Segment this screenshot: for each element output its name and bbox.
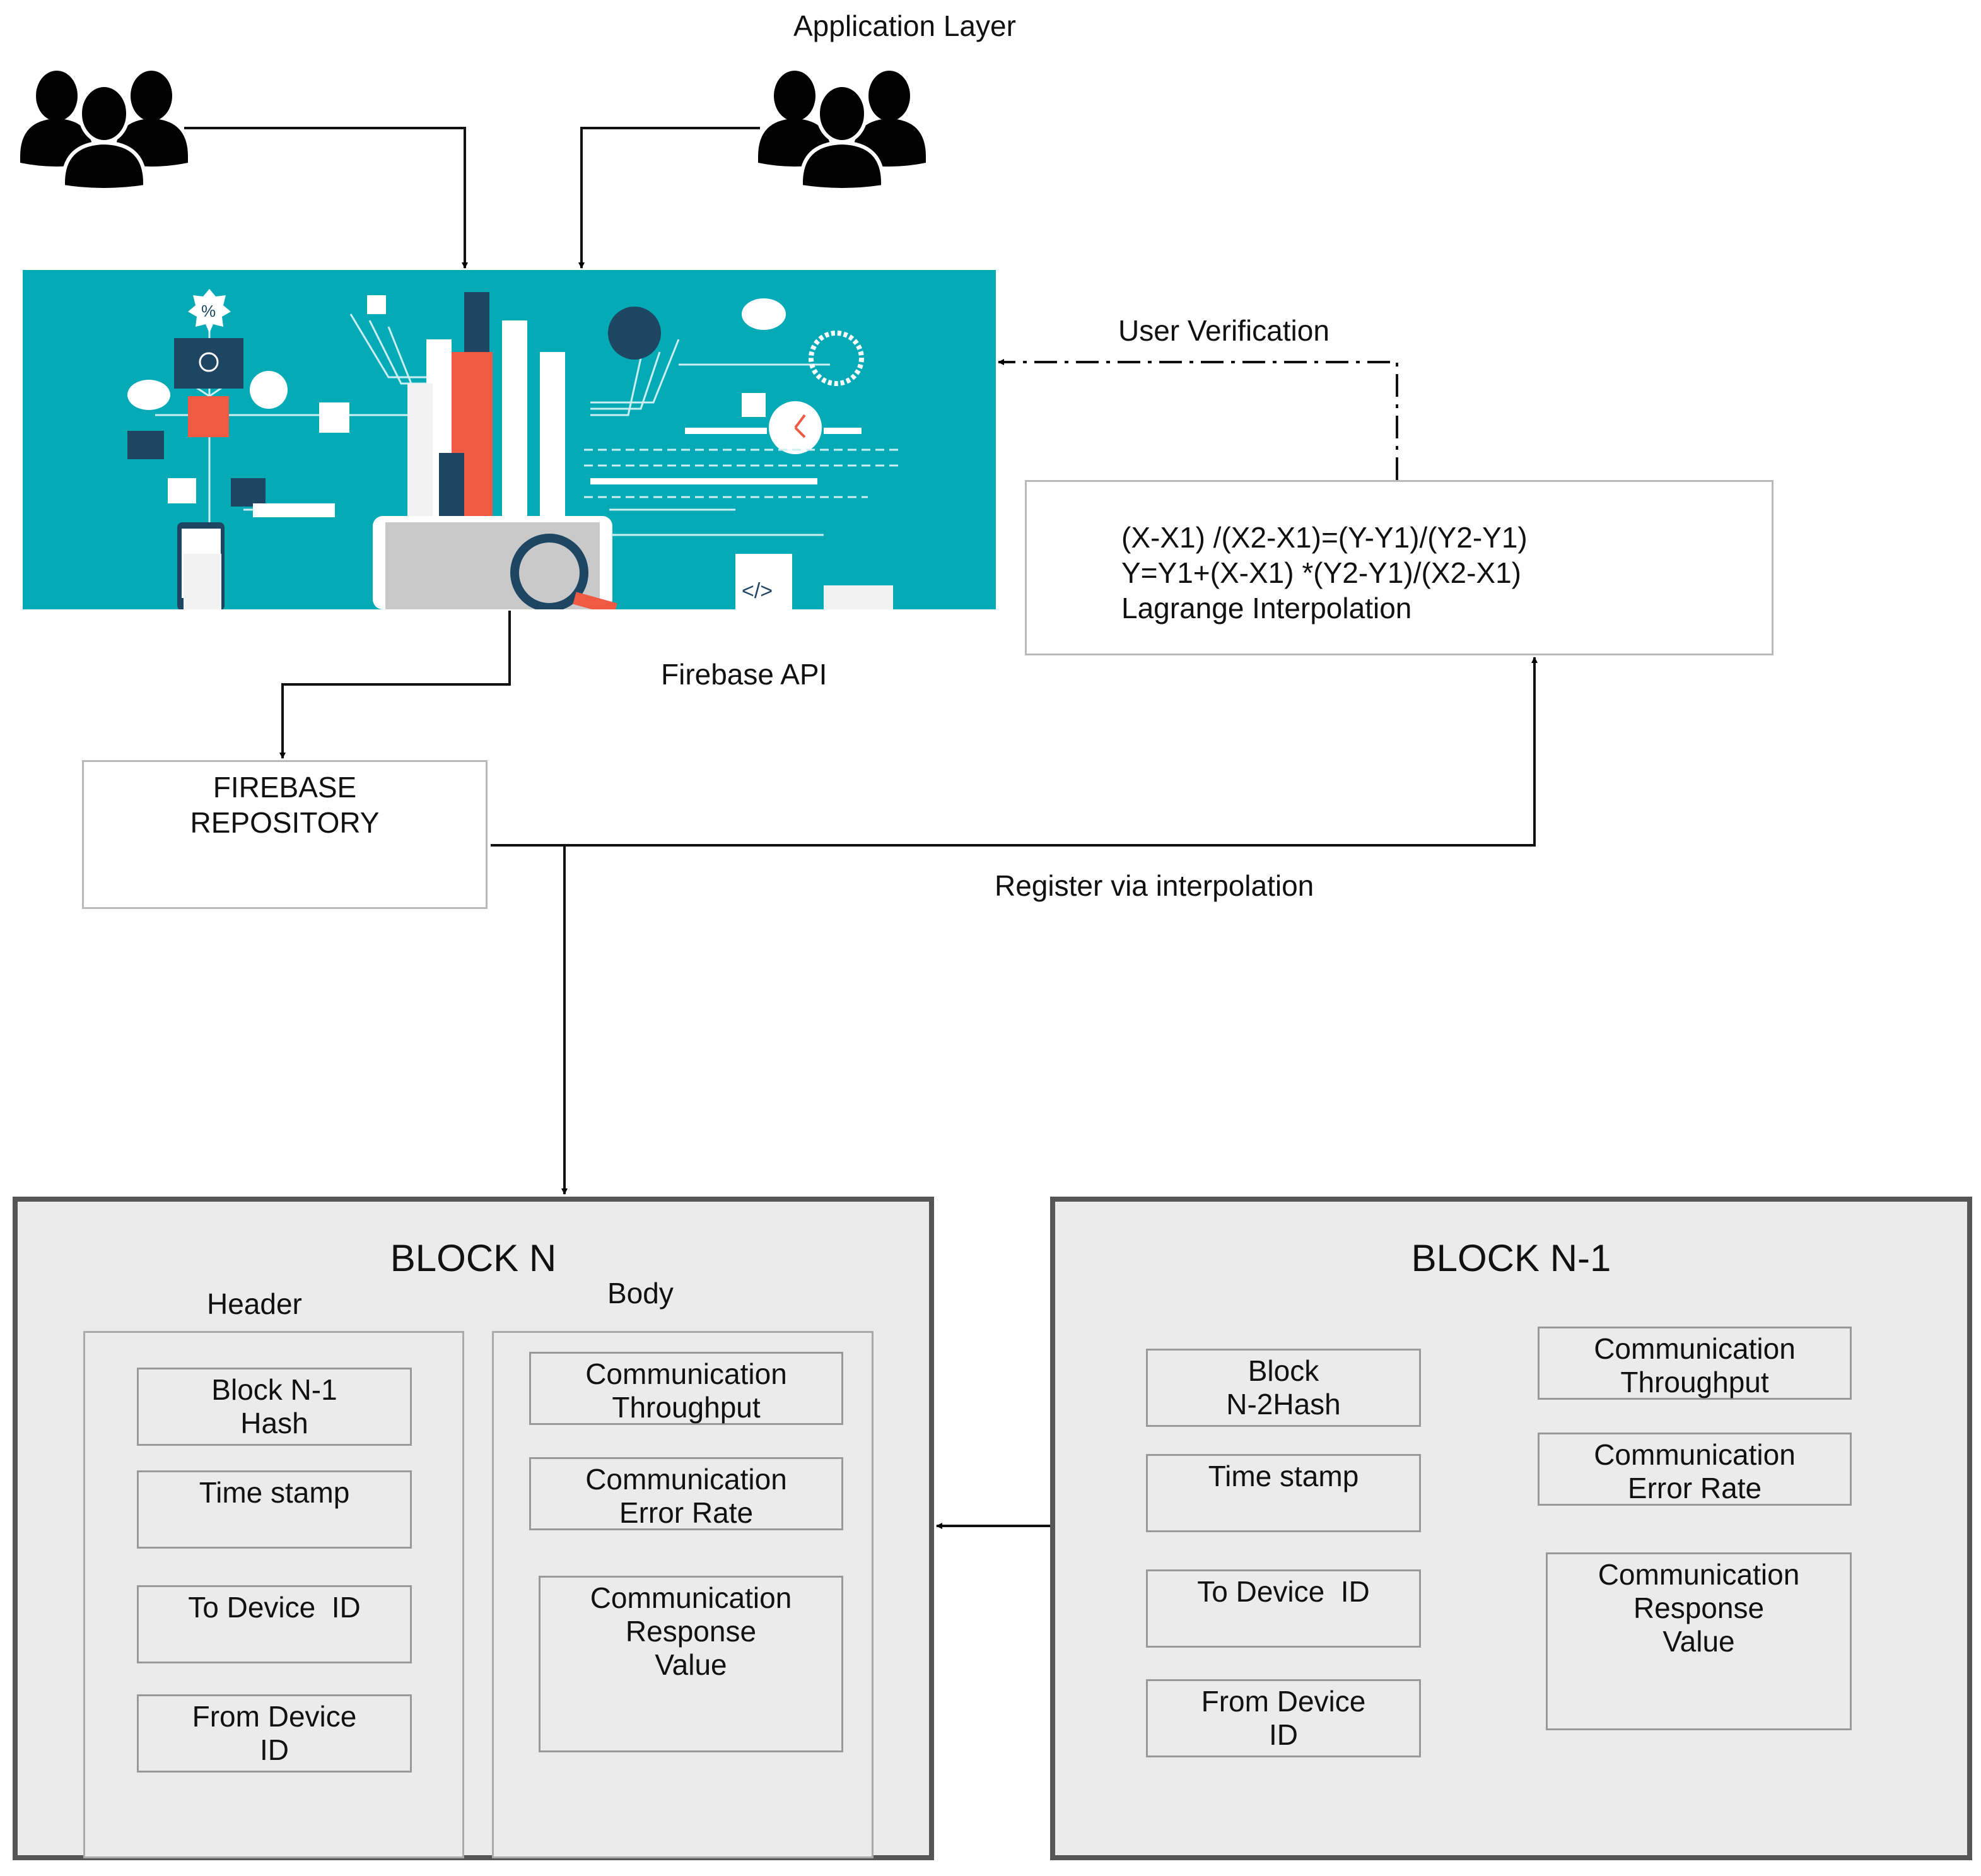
block-n-minus-1: BLOCK N-1 Block N-2Hash Time stamp To De… xyxy=(1050,1197,1972,1860)
svg-text:%: % xyxy=(201,302,216,320)
block-n-minus-1-response-value-field: Communication Response Value xyxy=(1546,1552,1852,1730)
block-n-minus-1-to-device-id-field: To Device ID xyxy=(1146,1569,1421,1648)
block-n-response-value-field: Communication Response Value xyxy=(539,1576,843,1752)
block-n-minus-1-error-rate-field: Communication Error Rate xyxy=(1538,1433,1852,1506)
register-via-interpolation-label: Register via interpolation xyxy=(995,869,1314,902)
data-analytics-illustration-icon: % </> xyxy=(127,289,899,609)
register-via-interpolation-arrow xyxy=(491,657,1538,847)
block-n-minus-1-from-device-id-field: From Device ID xyxy=(1146,1679,1421,1757)
block-n-prev-hash-field: Block N-1 Hash xyxy=(137,1368,412,1446)
block-n: BLOCK N Header Body Block N-1 Hash Time … xyxy=(13,1197,934,1860)
firebase-repository-line-2: REPOSITORY xyxy=(190,806,380,839)
block-n-header-section: Block N-1 Hash Time stamp To Device ID F… xyxy=(83,1331,464,1858)
formula-line-1: (X-X1) /(X2-X1)=(Y-Y1)/(Y2-Y1) xyxy=(1121,521,1528,554)
formula-text: (X-X1) /(X2-X1)=(Y-Y1)/(Y2-Y1) Y=Y1+(X-X… xyxy=(1121,520,1528,626)
block-n-throughput-field: Communication Throughput xyxy=(529,1352,843,1425)
block-n-body-label: Body xyxy=(607,1277,674,1310)
firebase-repository-line-1: FIREBASE xyxy=(213,771,357,804)
block-n-header-label: Header xyxy=(207,1287,302,1320)
block-n-body-section: Communication Throughput Communication E… xyxy=(492,1331,874,1858)
user-verification-arrow xyxy=(998,359,1398,480)
block-n-to-device-id-field: To Device ID xyxy=(137,1585,412,1663)
block-n-minus-1-throughput-field: Communication Throughput xyxy=(1538,1327,1852,1400)
svg-text:</>: </> xyxy=(742,579,773,603)
interpolation-formula-box: (X-X1) /(X2-X1)=(Y-Y1)/(Y2-Y1) Y=Y1+(X-X… xyxy=(1025,480,1774,655)
left-users-arrow xyxy=(184,127,468,269)
firebase-api-label: Firebase API xyxy=(661,658,827,691)
firebase-api-arrow xyxy=(279,611,511,759)
application-layer-label: Application Layer xyxy=(793,9,1016,42)
block-n-title: BLOCK N xyxy=(390,1237,557,1279)
block-n-timestamp-field: Time stamp xyxy=(137,1470,412,1549)
formula-line-2: Y=Y1+(X-X1) *(Y2-Y1)/(X2-X1) xyxy=(1121,556,1522,589)
application-banner: % </> xyxy=(23,270,996,609)
users-group-icon xyxy=(19,69,189,192)
block-n-from-device-id-field: From Device ID xyxy=(137,1694,412,1773)
user-verification-label: User Verification xyxy=(1118,314,1329,347)
formula-line-3: Lagrange Interpolation xyxy=(1121,592,1412,624)
block-n-error-rate-field: Communication Error Rate xyxy=(529,1457,843,1530)
block-n-minus-1-title: BLOCK N-1 xyxy=(1411,1237,1611,1279)
block-n-minus-1-timestamp-field: Time stamp xyxy=(1146,1454,1421,1532)
firebase-repository-box: FIREBASE REPOSITORY xyxy=(82,760,488,909)
block-n-minus-1-prev-hash-field: Block N-2Hash xyxy=(1146,1349,1421,1427)
users-group-icon xyxy=(757,69,927,192)
right-users-arrow xyxy=(578,127,760,269)
